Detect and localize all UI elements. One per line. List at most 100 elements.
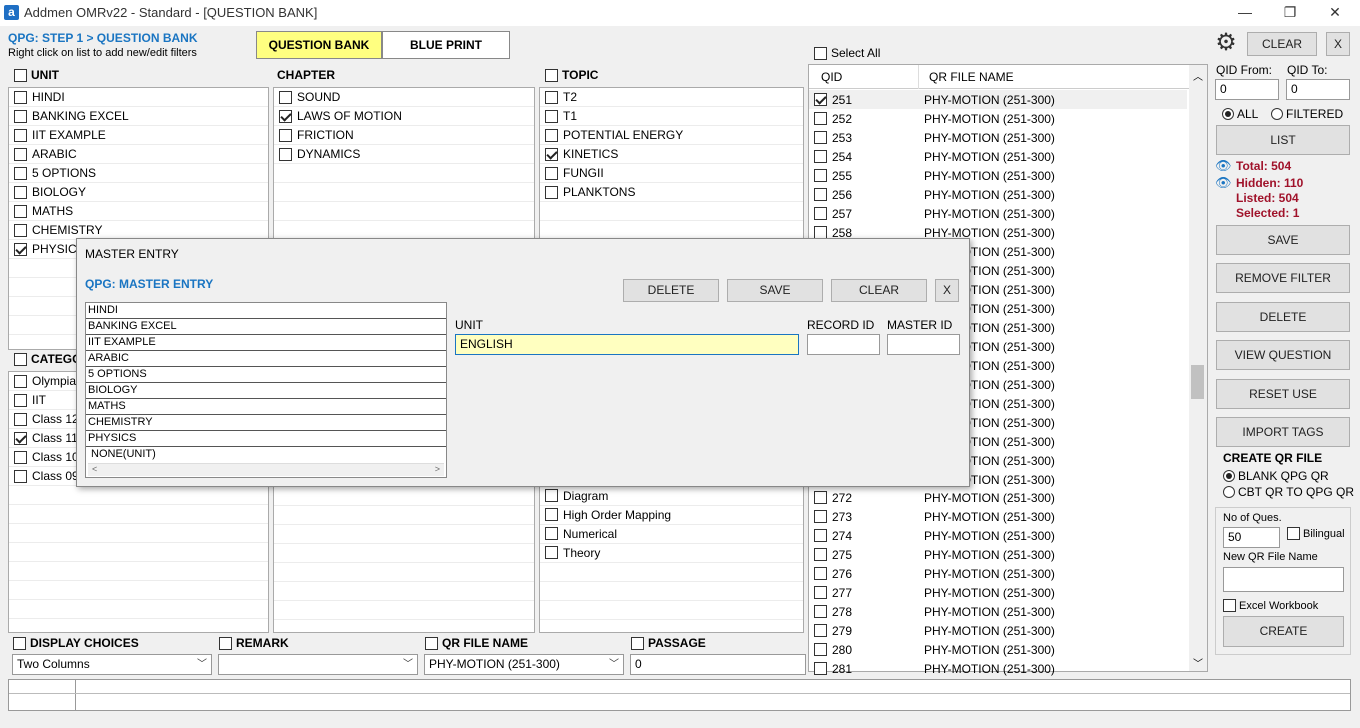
list-item[interactable]: 5 OPTIONS: [86, 367, 446, 383]
table-row[interactable]: 275 PHY-MOTION (251-300): [809, 545, 1187, 564]
select-all-checkbox[interactable]: [814, 46, 827, 60]
display-choices-checkbox[interactable]: [13, 636, 26, 650]
record-id-input[interactable]: [807, 334, 880, 355]
create-button[interactable]: CREATE: [1223, 616, 1344, 647]
question-type-item[interactable]: High Order Mapping: [540, 505, 802, 524]
passage-header[interactable]: PASSAGE: [631, 636, 706, 650]
topic-item[interactable]: FUNGII: [540, 164, 803, 183]
qid-cell[interactable]: 273: [809, 510, 919, 524]
eye-icon[interactable]: 👁: [1215, 175, 1232, 191]
list-item[interactable]: HINDI: [86, 303, 446, 319]
list-item[interactable]: MATHS: [86, 399, 446, 415]
row-checkbox[interactable]: [814, 662, 827, 675]
topic-item-checkbox[interactable]: [545, 185, 558, 199]
list-item[interactable]: BIOLOGY: [86, 383, 446, 399]
grid-scrollbar[interactable]: ︿ ﹀: [1189, 65, 1207, 671]
reset-use-button[interactable]: RESET USE: [1216, 379, 1350, 409]
qid-cell[interactable]: 254: [809, 150, 919, 164]
table-row[interactable]: 253 PHY-MOTION (251-300): [809, 128, 1187, 147]
table-row[interactable]: 254 PHY-MOTION (251-300): [809, 147, 1187, 166]
list-item[interactable]: CHEMISTRY: [86, 415, 446, 431]
list-item[interactable]: PHYSICS: [86, 431, 446, 447]
unit-item-checkbox[interactable]: [14, 223, 27, 237]
question-type-item-checkbox[interactable]: [545, 527, 558, 540]
grid-header-file[interactable]: QR FILE NAME: [919, 70, 1014, 84]
remove-filter-button[interactable]: REMOVE FILTER: [1216, 263, 1350, 293]
table-row[interactable]: 256 PHY-MOTION (251-300): [809, 185, 1187, 204]
table-row[interactable]: 281 PHY-MOTION (251-300): [809, 659, 1187, 678]
topic-item[interactable]: POTENTIAL ENERGY: [540, 126, 803, 145]
qid-cell[interactable]: 281: [809, 662, 919, 676]
qid-cell[interactable]: 275: [809, 548, 919, 562]
list-button[interactable]: LIST: [1216, 125, 1350, 155]
table-row[interactable]: 272 PHY-MOTION (251-300): [809, 488, 1187, 507]
table-row[interactable]: 255 PHY-MOTION (251-300): [809, 166, 1187, 185]
save-button[interactable]: SAVE: [1216, 225, 1350, 255]
row-checkbox[interactable]: [814, 548, 827, 561]
table-row[interactable]: 280 PHY-MOTION (251-300): [809, 640, 1187, 659]
list-item[interactable]: BANKING EXCEL: [86, 319, 446, 335]
dialog-clear-button[interactable]: CLEAR: [831, 279, 927, 302]
qid-cell[interactable]: 252: [809, 112, 919, 126]
topic-item-checkbox[interactable]: [545, 147, 558, 161]
row-checkbox[interactable]: [814, 624, 827, 637]
row-checkbox[interactable]: [814, 207, 827, 220]
row-checkbox[interactable]: [814, 510, 827, 523]
chapter-item[interactable]: DYNAMICS: [274, 145, 534, 164]
radio-filtered-dot[interactable]: [1271, 108, 1283, 120]
unit-item[interactable]: IIT EXAMPLE: [9, 126, 268, 145]
new-qr-file-name-input[interactable]: [1223, 567, 1344, 592]
qid-cell[interactable]: 278: [809, 605, 919, 619]
table-row[interactable]: 252 PHY-MOTION (251-300): [809, 109, 1187, 128]
category-item-checkbox[interactable]: [14, 450, 27, 464]
scroll-down-icon[interactable]: ﹀: [1193, 655, 1203, 670]
dialog-delete-button[interactable]: DELETE: [623, 279, 719, 302]
chapter-item-checkbox[interactable]: [279, 109, 292, 123]
unit-item-checkbox[interactable]: [14, 204, 27, 218]
select-all[interactable]: Select All: [814, 46, 880, 60]
topic-item-checkbox[interactable]: [545, 166, 558, 180]
radio-filtered[interactable]: FILTERED: [1271, 107, 1343, 121]
chapter-item-checkbox[interactable]: [279, 90, 292, 104]
row-checkbox[interactable]: [814, 150, 827, 163]
row-checkbox[interactable]: [814, 131, 827, 144]
dialog-save-button[interactable]: SAVE: [727, 279, 823, 302]
table-row[interactable]: 279 PHY-MOTION (251-300): [809, 621, 1187, 640]
qid-to-input[interactable]: 0: [1286, 79, 1350, 100]
master-id-input[interactable]: [887, 334, 960, 355]
tab-blue-print[interactable]: BLUE PRINT: [382, 31, 510, 59]
table-row[interactable]: 257 PHY-MOTION (251-300): [809, 204, 1187, 223]
radio-all-dot[interactable]: [1222, 108, 1234, 120]
qr-file-name-checkbox[interactable]: [425, 636, 438, 650]
question-type-item-checkbox[interactable]: [545, 546, 558, 559]
horizontal-scrollbar[interactable]: < >: [88, 463, 444, 476]
topic-header[interactable]: TOPIC: [545, 68, 598, 82]
list-item[interactable]: NONE(UNIT): [86, 447, 446, 463]
master-list[interactable]: HINDI BANKING EXCEL IIT EXAMPLE ARABIC 5 OPT…: [85, 302, 447, 478]
question-type-list[interactable]: Diagram High Order Mapping Numerical Theory: [540, 486, 802, 562]
tab-question-bank[interactable]: QUESTION BANK: [256, 31, 382, 59]
table-row[interactable]: 274 PHY-MOTION (251-300): [809, 526, 1187, 545]
table-row[interactable]: 278 PHY-MOTION (251-300): [809, 602, 1187, 621]
table-row[interactable]: 277 PHY-MOTION (251-300): [809, 583, 1187, 602]
excel-workbook[interactable]: Excel Workbook: [1223, 599, 1318, 612]
unit-header[interactable]: UNIT: [14, 68, 59, 82]
row-checkbox[interactable]: [814, 605, 827, 618]
row-checkbox[interactable]: [814, 112, 827, 125]
passage-input[interactable]: 0: [630, 654, 806, 675]
category-header[interactable]: CATEGO: [14, 352, 81, 366]
row-checkbox[interactable]: [814, 169, 827, 182]
row-checkbox[interactable]: [814, 643, 827, 656]
row-checkbox[interactable]: [814, 491, 827, 504]
excel-workbook-checkbox[interactable]: [1223, 599, 1236, 612]
unit-item[interactable]: HINDI: [9, 88, 268, 107]
eye-icon[interactable]: 👁: [1215, 158, 1232, 174]
row-checkbox[interactable]: [814, 586, 827, 599]
chapter-item[interactable]: FRICTION: [274, 126, 534, 145]
topic-item-checkbox[interactable]: [545, 90, 558, 104]
question-type-item[interactable]: Theory: [540, 543, 802, 562]
minimize-icon[interactable]: —: [1225, 2, 1265, 24]
qid-cell[interactable]: 280: [809, 643, 919, 657]
qr-file-name-select[interactable]: PHY-MOTION (251-300) ﹀: [424, 654, 624, 675]
qid-cell[interactable]: 251: [809, 93, 919, 107]
